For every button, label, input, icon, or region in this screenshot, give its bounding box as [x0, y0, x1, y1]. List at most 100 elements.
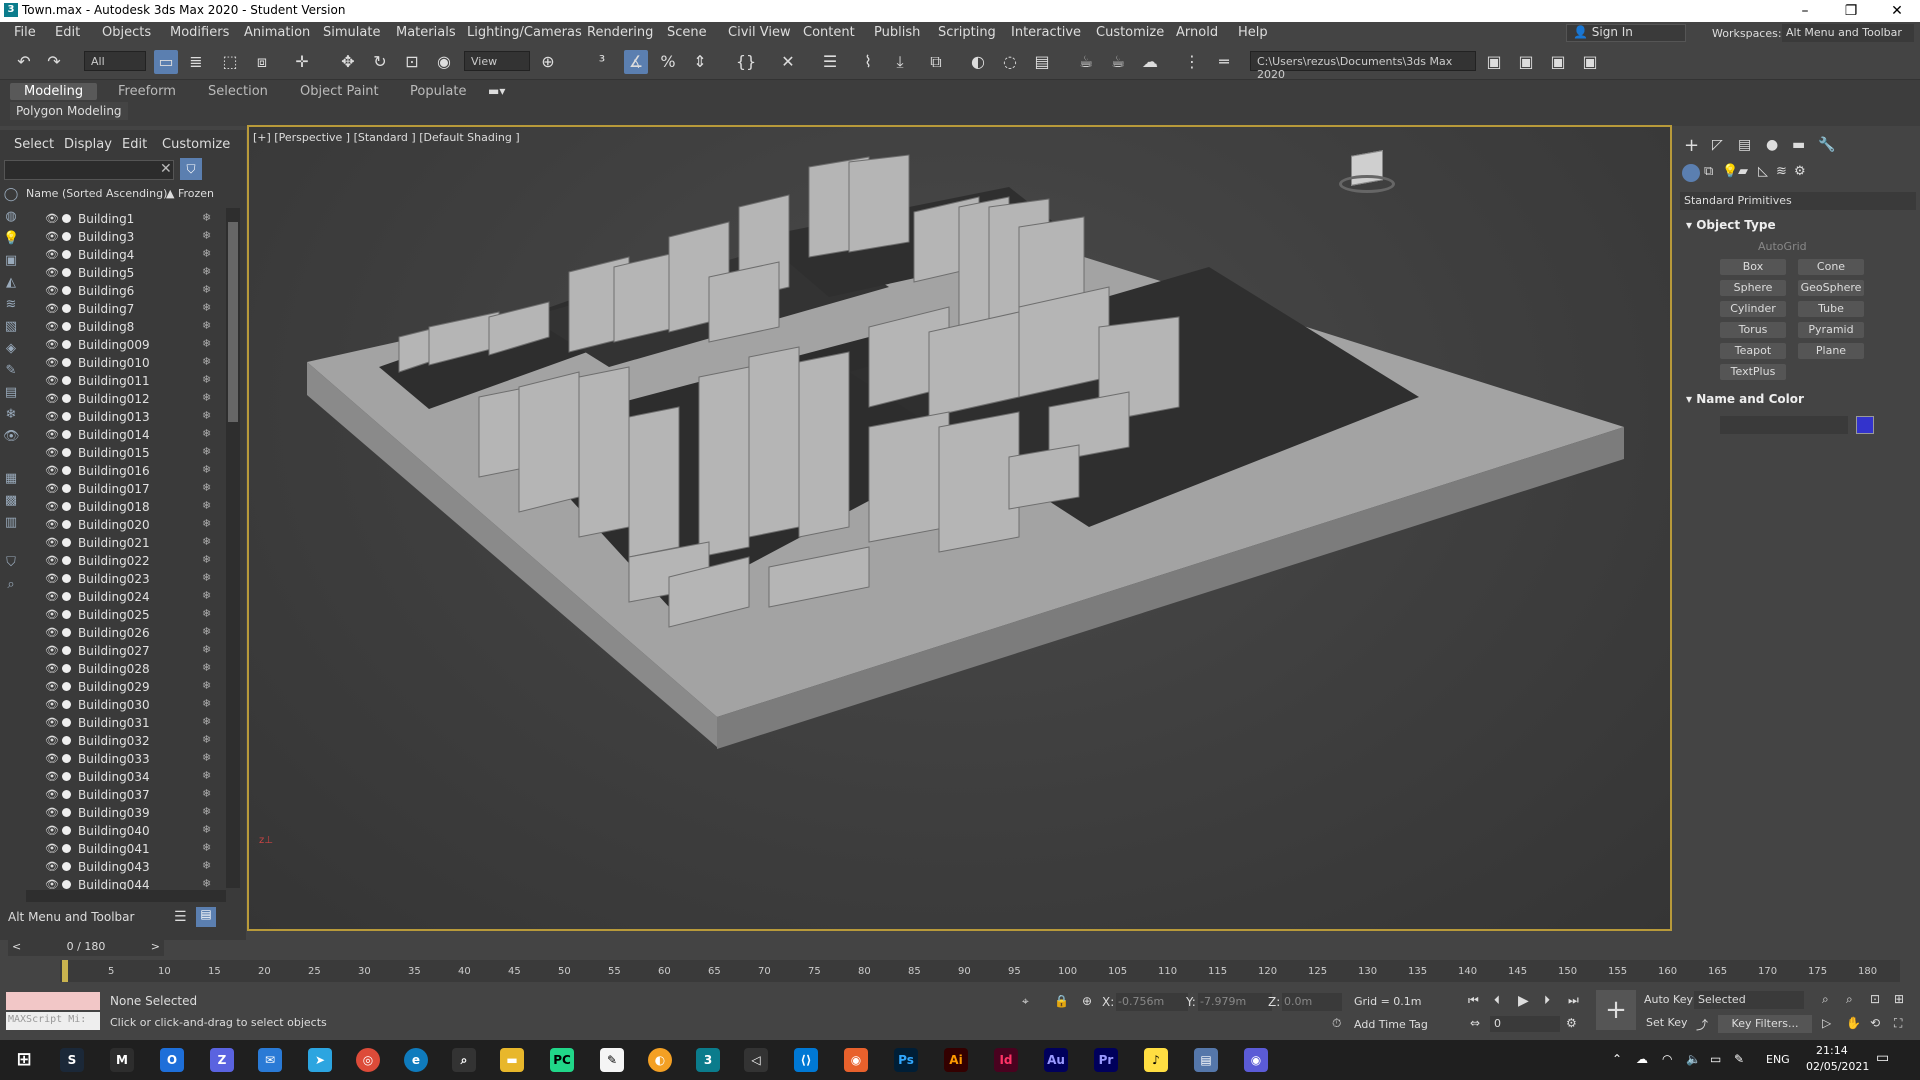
- freeze-icon[interactable]: ❄: [202, 409, 211, 422]
- orbit-icon[interactable]: ⟲: [1870, 1016, 1880, 1030]
- renderable-dot-icon[interactable]: [62, 880, 71, 889]
- explorer-row[interactable]: 👁 Building040 ❄: [40, 822, 226, 840]
- freeze-icon[interactable]: ❄: [202, 247, 211, 260]
- lock-icon[interactable]: 🔒: [1054, 994, 1069, 1008]
- next-frame-icon[interactable]: ⏵: [1544, 993, 1550, 1008]
- menu-civil-view[interactable]: Civil View: [728, 25, 791, 40]
- snap-3d-icon[interactable]: ³: [590, 50, 614, 74]
- project-set-icon[interactable]: ▣: [1514, 50, 1538, 74]
- visibility-eye-icon[interactable]: 👁: [45, 374, 59, 387]
- explorer-toggle-icon[interactable]: ▤: [196, 907, 216, 927]
- window-crossing-icon[interactable]: ⧈: [250, 50, 274, 74]
- explorer-row[interactable]: 👁 Building037 ❄: [40, 786, 226, 804]
- perspective-viewport[interactable]: [+] [Perspective ] [Standard ] [Default …: [247, 125, 1672, 931]
- render-active-icon[interactable]: ☕: [1106, 50, 1130, 74]
- freeze-icon[interactable]: ❄: [202, 661, 211, 674]
- cone-button[interactable]: Cone: [1798, 259, 1864, 275]
- layers-icon[interactable]: ☰: [174, 909, 187, 925]
- shapes-icon[interactable]: ⧉: [1704, 164, 1713, 179]
- cylinder-button[interactable]: Cylinder: [1720, 301, 1786, 317]
- steam-icon[interactable]: S: [60, 1048, 84, 1072]
- maximize-viewport-icon[interactable]: ⛶: [1894, 1016, 1902, 1031]
- lights-icon[interactable]: 💡: [1722, 164, 1738, 179]
- utilities-tab-icon[interactable]: 🔧: [1818, 137, 1835, 153]
- slider-next-icon[interactable]: >: [151, 940, 160, 953]
- viewcube[interactable]: [1339, 149, 1395, 195]
- notifications-icon[interactable]: ▭: [1876, 1050, 1889, 1066]
- explorer-row[interactable]: 👁 Building039 ❄: [40, 804, 226, 822]
- geosphere-button[interactable]: GeoSphere: [1798, 280, 1864, 296]
- maximize-button[interactable]: ❐: [1828, 0, 1874, 22]
- explorer-row[interactable]: 👁 Building024 ❄: [40, 588, 226, 606]
- tab-object-paint[interactable]: Object Paint: [286, 83, 393, 100]
- cameras-icon[interactable]: ▰: [1738, 164, 1748, 179]
- pivot-icon[interactable]: ⊕: [536, 50, 560, 74]
- explorer-row[interactable]: 👁 Building031 ❄: [40, 714, 226, 732]
- visibility-eye-icon[interactable]: 👁: [45, 284, 59, 297]
- visibility-eye-icon[interactable]: 👁: [45, 860, 59, 873]
- visibility-eye-icon[interactable]: 👁: [45, 590, 59, 603]
- visibility-eye-icon[interactable]: 👁: [45, 410, 59, 423]
- firefox-icon[interactable]: ◐: [648, 1048, 672, 1072]
- renderable-dot-icon[interactable]: [62, 862, 71, 871]
- display-bones-icon[interactable]: ✎: [3, 363, 19, 379]
- freeze-icon[interactable]: ❄: [202, 319, 211, 332]
- project-folder-icon[interactable]: ▣: [1482, 50, 1506, 74]
- tray-chevron-icon[interactable]: ⌃: [1612, 1052, 1622, 1066]
- explorer-row[interactable]: 👁 Building029 ❄: [40, 678, 226, 696]
- explorer-row[interactable]: 👁 Building030 ❄: [40, 696, 226, 714]
- zoom-extents-all-icon[interactable]: ⊞: [1894, 992, 1904, 1006]
- volume-icon[interactable]: 🔈: [1686, 1052, 1701, 1066]
- time-cursor[interactable]: [62, 960, 68, 982]
- visibility-eye-icon[interactable]: 👁: [45, 536, 59, 549]
- explorer-row[interactable]: 👁 Building015 ❄: [40, 444, 226, 462]
- wifi-icon[interactable]: ◠: [1662, 1052, 1672, 1066]
- renderable-dot-icon[interactable]: [62, 718, 71, 727]
- renderable-dot-icon[interactable]: [62, 412, 71, 421]
- edge-icon[interactable]: e: [404, 1048, 428, 1072]
- freeze-icon[interactable]: ❄: [202, 535, 211, 548]
- curve-editor-icon[interactable]: ⌇: [856, 50, 880, 74]
- tab-selection[interactable]: Selection: [194, 83, 282, 100]
- explorer-scrollbar[interactable]: [226, 208, 240, 888]
- systems-icon[interactable]: ⚙: [1794, 164, 1806, 179]
- display-frozen-icon[interactable]: ❄: [3, 407, 19, 423]
- freeze-icon[interactable]: ❄: [202, 643, 211, 656]
- key-filters-button[interactable]: Key Filters...: [1718, 1015, 1812, 1033]
- visibility-eye-icon[interactable]: 👁: [45, 698, 59, 711]
- explorer-row[interactable]: 👁 Building028 ❄: [40, 660, 226, 678]
- visibility-eye-icon[interactable]: 👁: [45, 320, 59, 333]
- renderable-dot-icon[interactable]: [62, 772, 71, 781]
- zoom-all-icon[interactable]: ⌕: [1846, 992, 1853, 1007]
- explorer-tab-edit[interactable]: Edit: [122, 137, 147, 152]
- visibility-eye-icon[interactable]: 👁: [45, 500, 59, 513]
- prev-frame-icon[interactable]: ⏴: [1494, 993, 1500, 1008]
- freeze-icon[interactable]: ❄: [202, 427, 211, 440]
- freeze-icon[interactable]: ❄: [202, 823, 211, 836]
- modify-tab-icon[interactable]: ◸: [1712, 137, 1723, 153]
- viewcube-ring[interactable]: [1339, 175, 1395, 193]
- display-all-icon[interactable]: ▦: [3, 471, 19, 487]
- visibility-eye-icon[interactable]: 👁: [45, 662, 59, 675]
- renderable-dot-icon[interactable]: [62, 538, 71, 547]
- explorer-row[interactable]: 👁 Building016 ❄: [40, 462, 226, 480]
- obs-icon[interactable]: ◉: [1244, 1048, 1268, 1072]
- sphere-button[interactable]: Sphere: [1720, 280, 1786, 296]
- freeze-icon[interactable]: ❄: [202, 697, 211, 710]
- find-icon[interactable]: ⌕: [3, 577, 19, 593]
- freeze-icon[interactable]: ❄: [202, 805, 211, 818]
- renderable-dot-icon[interactable]: [62, 682, 71, 691]
- maxscript-listener[interactable]: [6, 992, 100, 1010]
- filter-icon[interactable]: ⛉: [180, 158, 202, 180]
- explorer-row[interactable]: 👁 Building4 ❄: [40, 246, 226, 264]
- material-editor-icon[interactable]: ◐: [966, 50, 990, 74]
- mirror-icon[interactable]: ✕: [776, 50, 800, 74]
- nvidia-icon[interactable]: M: [110, 1048, 134, 1072]
- renderable-dot-icon[interactable]: [62, 340, 71, 349]
- display-cameras-icon[interactable]: ▣: [3, 253, 19, 269]
- renderable-dot-icon[interactable]: [62, 484, 71, 493]
- rect-region-icon[interactable]: ⬚: [218, 50, 242, 74]
- transform-mode-icon[interactable]: ⊕: [1082, 994, 1092, 1008]
- tab-populate[interactable]: Populate: [396, 83, 481, 100]
- menu-edit[interactable]: Edit: [55, 25, 80, 40]
